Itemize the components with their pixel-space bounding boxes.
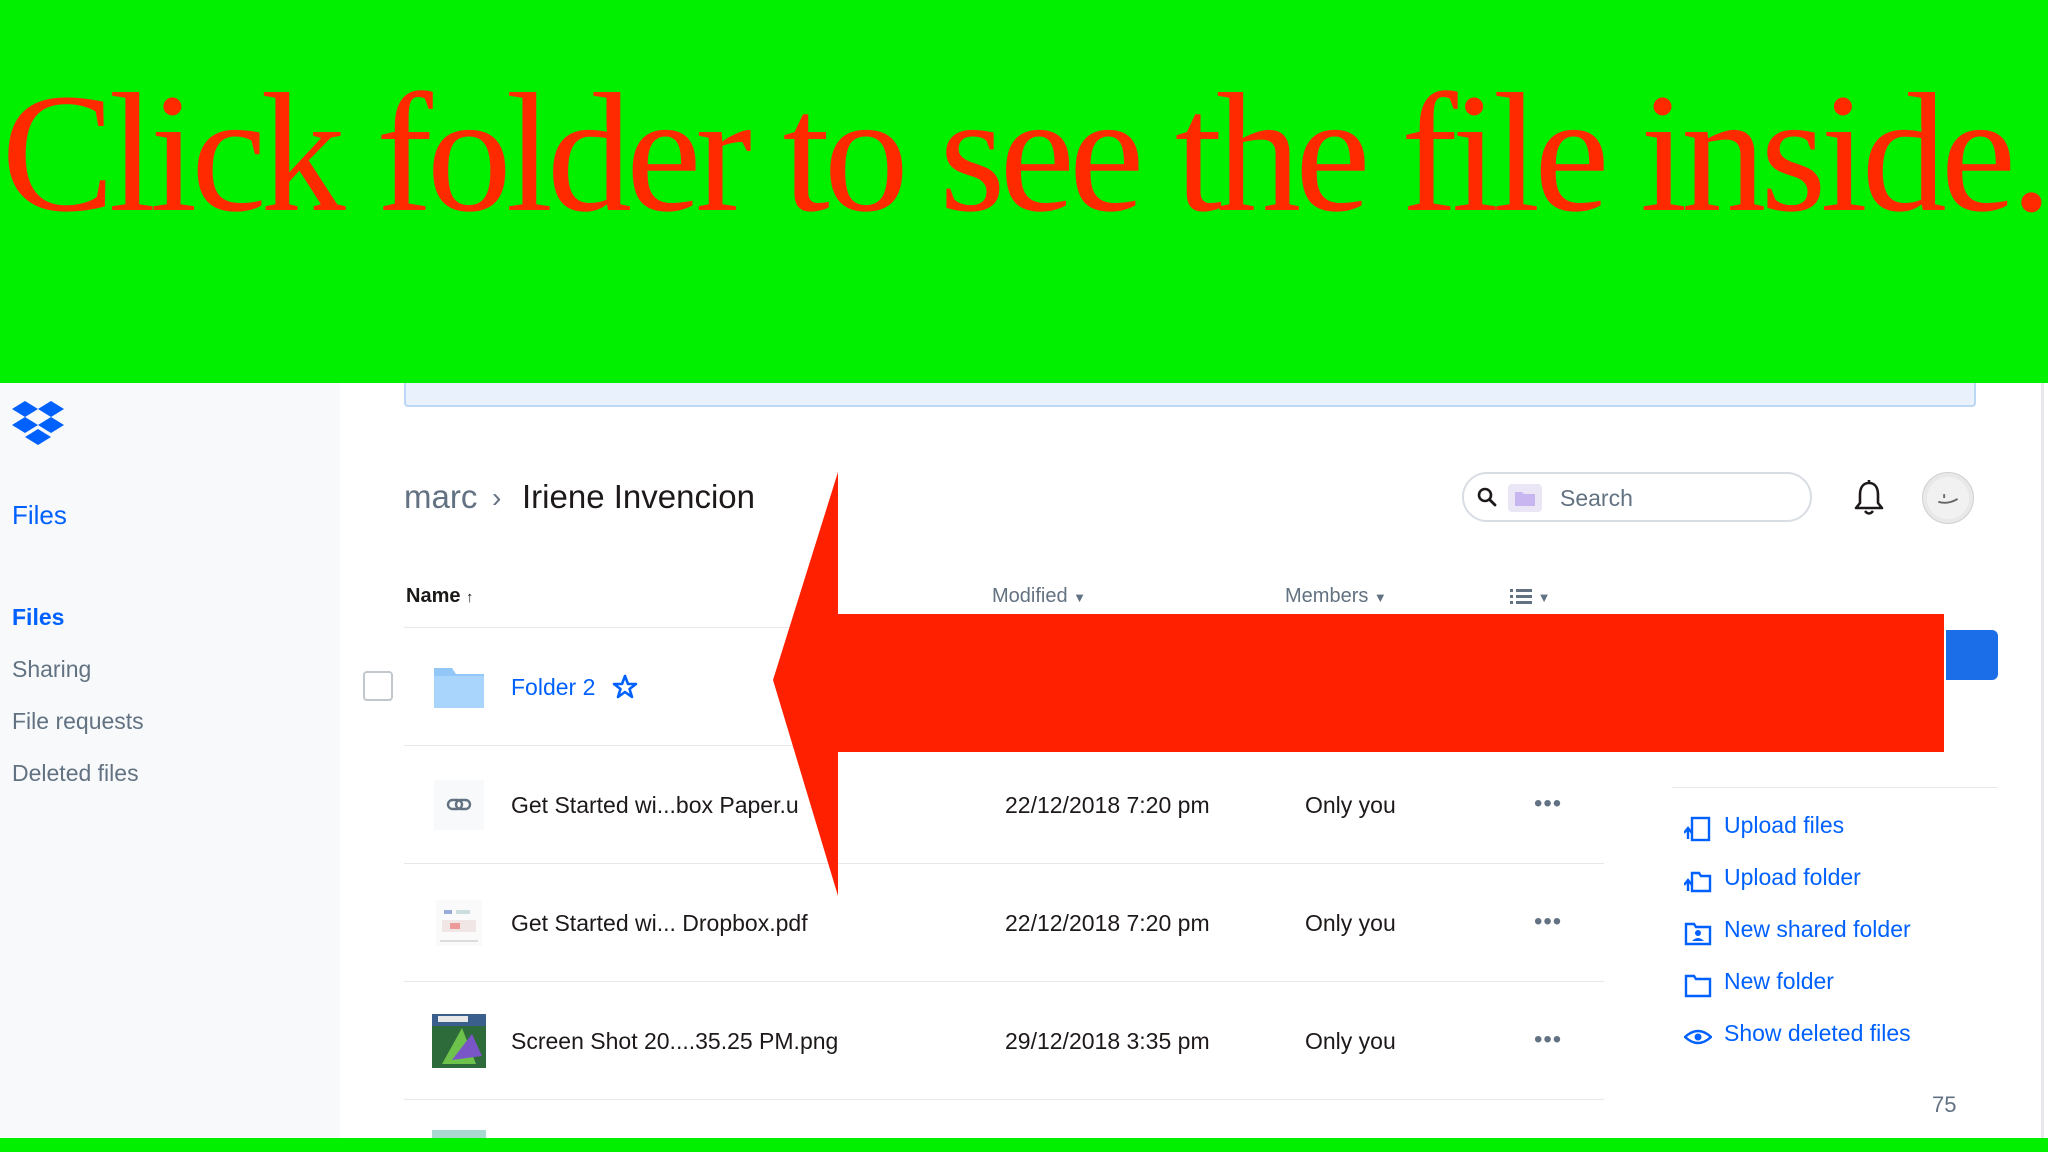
divider (404, 627, 1604, 628)
action-label: Upload files (1724, 812, 1845, 838)
file-name-folder-2[interactable]: Folder 2 (511, 674, 595, 701)
column-header-name[interactable]: Name ↑ (406, 585, 474, 608)
file-name[interactable]: Screen Shot 20....35.25 PM.png (511, 1028, 838, 1055)
instruction-banner: Click folder to see the file inside. (0, 0, 2048, 383)
eye-icon (1684, 1029, 1712, 1045)
modified-date: 22/12/2018 7:20 pm (1005, 792, 1210, 818)
bell-icon[interactable] (1850, 478, 1888, 518)
new-shared-folder-icon (1684, 922, 1712, 946)
action-label: Upload folder (1724, 864, 1861, 890)
upload-folder-icon (1684, 871, 1712, 893)
breadcrumb-root[interactable]: marc (404, 478, 477, 516)
page-title: Iriene Invencion (522, 478, 755, 515)
file-name[interactable]: Get Started wi... Dropbox.pdf (511, 910, 808, 937)
primary-action-button[interactable] (1946, 630, 1998, 680)
new-folder-icon (1684, 974, 1712, 998)
action-label: Show deleted files (1724, 1020, 1911, 1046)
page-number: 75 (1932, 1092, 1957, 1117)
search-input[interactable] (1558, 483, 1792, 513)
sidebar-item-file-requests[interactable]: File requests (12, 708, 144, 735)
avatar[interactable] (1922, 472, 1974, 524)
column-header-members[interactable]: Members ▼ (1285, 585, 1387, 608)
upload-files-icon (1684, 816, 1711, 842)
sidebar-item-files[interactable]: Files (12, 604, 64, 631)
list-view-icon (1510, 588, 1532, 604)
link-icon[interactable] (432, 778, 486, 832)
dropbox-logo-icon[interactable] (12, 399, 64, 445)
file-name[interactable]: Get Started wi...box Paper.u (511, 792, 799, 819)
view-options-button[interactable]: ▼ (1510, 585, 1550, 608)
action-label: New folder (1724, 968, 1834, 994)
search-icon (1477, 487, 1497, 507)
divider (404, 1099, 1604, 1100)
modified-date: 22/12/2018 7:20 pm (1005, 910, 1210, 936)
more-options-icon[interactable]: ••• (1534, 790, 1562, 818)
star-icon[interactable] (612, 674, 638, 700)
image-thumbnail-icon[interactable] (432, 1014, 486, 1068)
modified-date: 29/12/2018 3:35 pm (1005, 1028, 1210, 1054)
more-options-icon[interactable]: ••• (1534, 908, 1562, 936)
search-box[interactable] (1462, 472, 1812, 522)
pdf-thumbnail-icon[interactable] (432, 896, 486, 950)
notice-banner (404, 383, 1976, 407)
breadcrumb-separator: › (492, 482, 502, 513)
scrollbar[interactable] (2041, 383, 2044, 1138)
divider (404, 745, 1604, 746)
column-header-modified[interactable]: Modified ▼ (992, 585, 1086, 608)
members-value: Only you (1305, 910, 1396, 936)
sidebar-item-deleted-files[interactable]: Deleted files (12, 760, 139, 787)
more-options-icon[interactable]: ••• (1534, 1026, 1562, 1054)
divider (1672, 787, 1998, 788)
sidebar-title[interactable]: Files (12, 500, 67, 531)
action-label: New shared folder (1724, 916, 1911, 942)
folder-scope-icon (1508, 484, 1542, 512)
bottom-green-bar (0, 1138, 2048, 1152)
folder-icon[interactable] (432, 660, 486, 714)
divider (404, 981, 1604, 982)
row-checkbox[interactable] (363, 671, 393, 701)
members-value: Only you (1305, 792, 1396, 818)
next-row-thumbnail (432, 1130, 486, 1138)
banner-text: Click folder to see the file inside. (1, 59, 2048, 247)
divider (404, 863, 1604, 864)
members-value: Only you (1305, 1028, 1396, 1054)
sidebar-item-sharing[interactable]: Sharing (12, 656, 91, 683)
